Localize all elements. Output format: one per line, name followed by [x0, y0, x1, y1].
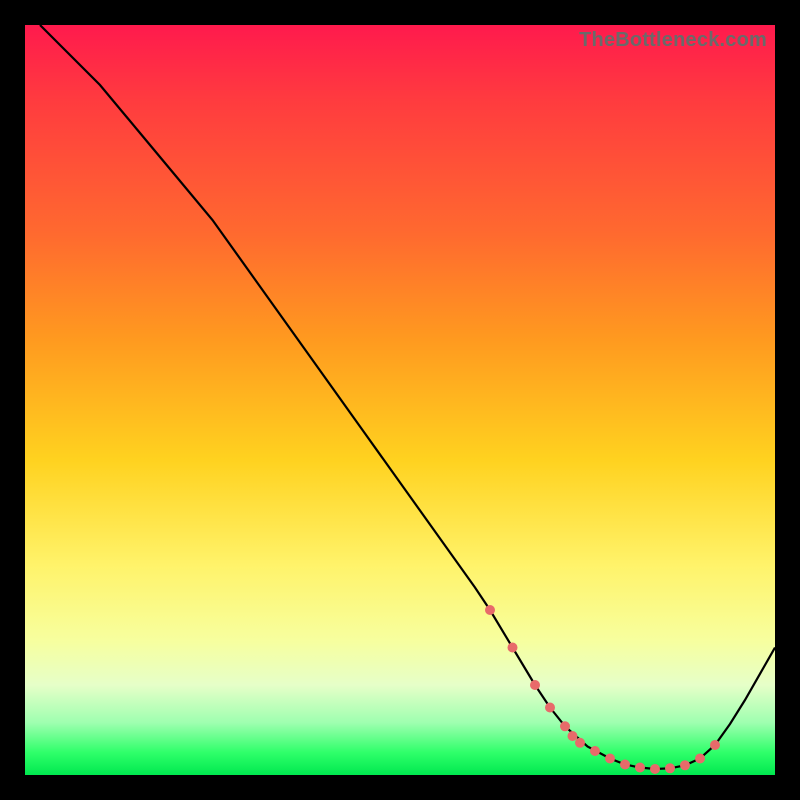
marker-point [680, 760, 690, 770]
chart-stage: TheBottleneck.com [0, 0, 800, 800]
marker-point [545, 703, 555, 713]
marker-point [560, 721, 570, 731]
marker-point [568, 731, 578, 741]
gradient-plot-area: TheBottleneck.com [25, 25, 775, 775]
highlight-markers [485, 605, 720, 774]
marker-point [710, 740, 720, 750]
marker-point [620, 760, 630, 770]
bottleneck-curve-path [40, 25, 775, 769]
marker-point [508, 643, 518, 653]
marker-point [695, 754, 705, 764]
marker-point [650, 764, 660, 774]
marker-point [635, 763, 645, 773]
marker-point [605, 754, 615, 764]
curve-svg [25, 25, 775, 775]
marker-point [530, 680, 540, 690]
marker-point [485, 605, 495, 615]
marker-point [575, 738, 585, 748]
marker-point [665, 763, 675, 773]
marker-point [590, 746, 600, 756]
